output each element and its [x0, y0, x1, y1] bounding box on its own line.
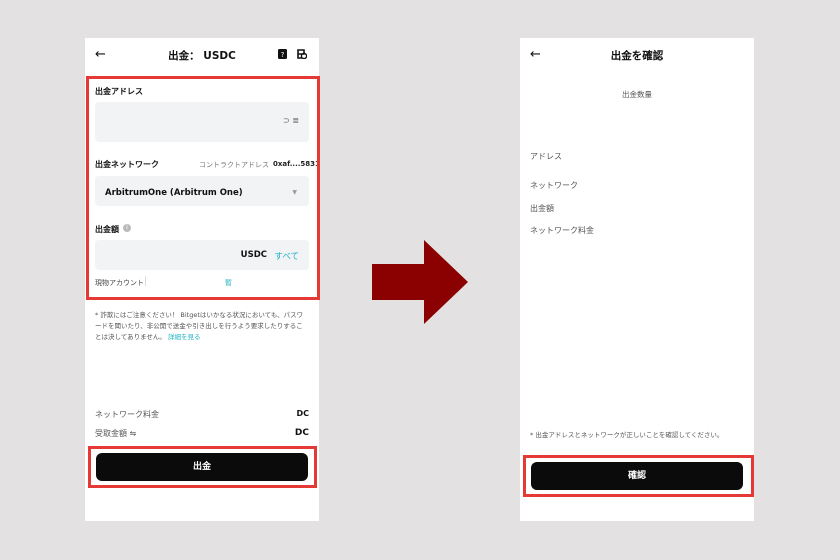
highlight-form-box	[86, 76, 320, 300]
right-arrow-icon	[372, 240, 468, 324]
history-icon[interactable]	[297, 49, 308, 63]
page-title: 出金を確認	[610, 50, 664, 62]
amount-row-label: 出金額	[530, 204, 554, 213]
top-bar: ← 出金： USDC ?	[85, 38, 319, 72]
help-icon[interactable]: ?	[278, 49, 287, 63]
network-row-label: ネットワーク	[530, 181, 578, 190]
highlight-confirm-button-box	[523, 455, 754, 497]
network-fee-value: DC	[296, 409, 309, 418]
confirm-withdraw-screen: ← 出金を確認 出金数量 アドレス ネットワーク 出金額 ネットワーク料金 * …	[520, 38, 754, 521]
receive-amount-label: 受取金額 ⇋	[95, 429, 137, 438]
network-fee-row-label: ネットワーク料金	[530, 226, 594, 235]
withdraw-quantity-label: 出金数量	[622, 90, 652, 99]
highlight-withdraw-button-box	[88, 446, 317, 488]
svg-text:?: ?	[281, 51, 285, 59]
address-row-label: アドレス	[530, 152, 562, 161]
confirm-notice: * 出金アドレスとネットワークが正しいことを確認してください。	[530, 431, 724, 439]
network-fee-label: ネットワーク料金	[95, 410, 159, 419]
receive-amount-value: DC	[294, 428, 309, 438]
scam-notice: * 詐欺にはご注意ください！ Bitgetはいかなる状況においても、パスワードを…	[95, 310, 309, 343]
top-bar: ← 出金を確認	[520, 38, 754, 72]
details-link[interactable]: 詳細を見る	[168, 333, 201, 341]
